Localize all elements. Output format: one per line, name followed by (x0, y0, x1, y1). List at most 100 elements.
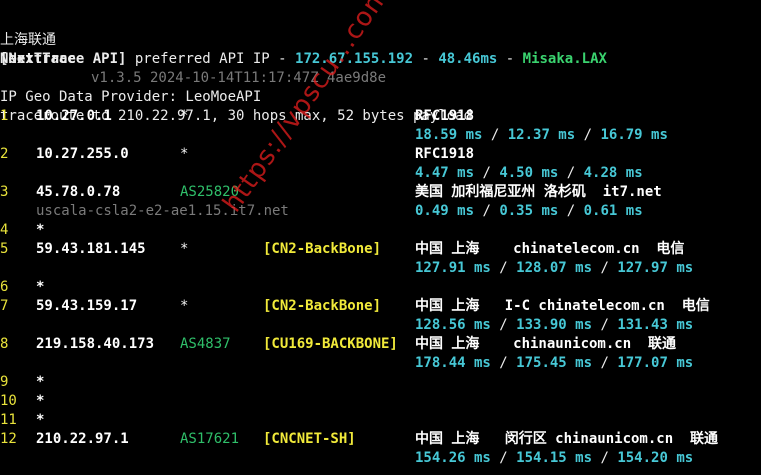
rtt-separator: / (490, 355, 517, 371)
rtt-value: 127.97 ms (617, 260, 694, 276)
rtt-separator: / (490, 317, 517, 333)
rtt-value: 154.15 ms (516, 450, 593, 466)
api-separator: - (497, 51, 523, 67)
hop-row: 8 219.158.40.173 AS4837 [CU169-BACKBONE] 中国 … (0, 335, 761, 354)
hop-tag: [CU169-BACKBONE] (263, 336, 398, 352)
hop-row: 9 * (0, 373, 761, 392)
rtt-value: 178.44 ms (415, 355, 491, 371)
hop-ip: 45.78.0.78 (36, 184, 121, 200)
rtt-separator: / (592, 260, 618, 276)
rtt-separator: / (482, 127, 508, 143)
hop-ip: * (36, 279, 45, 295)
hop-tag: [CN2-BackBone] (263, 241, 382, 257)
hop-geo: 美国 加利福尼亚州 洛杉矶 it7.net (415, 184, 662, 200)
hop-number: 10 (0, 393, 17, 409)
hop-latency: 128.56 ms / 133.90 ms / 131.43 ms (415, 316, 693, 335)
hop-number: 8 (0, 336, 9, 352)
api-separator: - (413, 51, 439, 67)
hop-ip: 59.43.159.17 (36, 298, 138, 314)
rtt-separator: / (558, 165, 584, 181)
hop-ip: 219.158.40.173 (36, 336, 155, 352)
title-line: 上海联通 (0, 12, 56, 48)
geo-provider-line: IP Geo Data Provider: LeoMoeAPI (0, 69, 261, 105)
hop-latency: 0.49 ms / 0.35 ms / 0.61 ms (415, 202, 643, 221)
rtt-value: 127.91 ms (415, 260, 491, 276)
hop-geo: 中国 上海 chinaunicom.cn 联通 (415, 336, 677, 352)
hop-number: 9 (0, 374, 9, 390)
hop-asn: AS4837 (180, 336, 231, 352)
rtt-separator: / (490, 450, 517, 466)
hop-number: 12 (0, 431, 17, 447)
rtt-value: 131.43 ms (617, 317, 694, 333)
hop-number: 7 (0, 298, 9, 314)
rtt-value: 0.35 ms (499, 203, 559, 219)
dash-divider: ----------------------------------------… (0, 0, 628, 9)
rtt-value: 4.47 ms (415, 165, 475, 181)
rtt-value: 128.56 ms (415, 317, 491, 333)
rtt-separator: / (558, 203, 584, 219)
rtt-value: 175.45 ms (516, 355, 593, 371)
hop-ip: * (36, 222, 45, 238)
terminal-window: ----------------------------------------… (0, 0, 761, 475)
hop-geo: RFC1918 (415, 146, 475, 162)
hop-number: 3 (0, 184, 9, 200)
rtt-separator: / (592, 450, 618, 466)
hop-latency: 178.44 ms / 175.45 ms / 177.07 ms (415, 354, 693, 373)
api-text: preferred API IP - (126, 51, 296, 67)
rtt-separator: / (474, 203, 500, 219)
rtt-value: 16.79 ms (600, 127, 668, 143)
hop-geo: 中国 上海 I-C chinatelecom.cn 电信 (415, 298, 710, 314)
hop-row: 6 * (0, 278, 761, 297)
rtt-separator: / (490, 260, 517, 276)
rtt-value: 133.90 ms (516, 317, 593, 333)
traceroute-line: traceroute to 210.22.97.1, 30 hops max, … (0, 88, 472, 124)
hop-asn: * (180, 146, 189, 162)
hop-ip: 59.43.181.145 (36, 241, 146, 257)
rtt-separator: / (592, 355, 618, 371)
rtt-value: 18.59 ms (415, 127, 483, 143)
rtt-value: 154.20 ms (617, 450, 694, 466)
hop-latency: 154.26 ms / 154.15 ms / 154.20 ms (415, 449, 693, 468)
hop-ip: * (36, 393, 45, 409)
rtt-separator: / (592, 317, 618, 333)
hop-ip: 10.27.255.0 (36, 146, 129, 162)
hop-geo: 中国 上海 闵行区 chinaunicom.cn 联通 (415, 431, 719, 447)
hop-latency: 18.59 ms / 12.37 ms / 16.79 ms (415, 126, 668, 145)
hop-row: 11 * (0, 411, 761, 430)
rtt-value: 177.07 ms (617, 355, 694, 371)
rtt-value: 4.28 ms (583, 165, 643, 181)
hop-ip: 10.27.0.1 (36, 108, 112, 124)
hop-row: 4 * (0, 221, 761, 240)
hop-number: 2 (0, 146, 9, 162)
hop-row: 10 * (0, 392, 761, 411)
hop-ip: * (36, 374, 45, 390)
rtt-value: 12.37 ms (507, 127, 576, 143)
hop-tag: [CN2-BackBone] (263, 298, 382, 314)
api-latency: 48.46ms (438, 51, 498, 67)
rtt-value: 0.49 ms (415, 203, 475, 219)
hop-number: 5 (0, 241, 9, 257)
rtt-value: 4.50 ms (499, 165, 559, 181)
hop-asn: AS17621 (180, 431, 240, 447)
hop-asn: * (180, 298, 189, 314)
api-prefix: [NextTrace API] (0, 51, 127, 67)
hop-asn: * (180, 241, 189, 257)
hop-latency: 127.91 ms / 128.07 ms / 127.97 ms (415, 259, 693, 278)
hop-row: 1 10.27.0.1 * RFC1918 (0, 107, 761, 126)
api-node: Misaka.LAX (522, 51, 607, 67)
hop-row: 7 59.43.159.17 * [CN2-BackBone] 中国 上海 I-C ch… (0, 297, 761, 316)
hop-asn: * (180, 108, 189, 124)
hop-number: 1 (0, 108, 9, 124)
hop-ip: * (36, 412, 45, 428)
hop-geo: RFC1918 (415, 108, 475, 124)
hop-row: 2 10.27.255.0 * RFC1918 (0, 145, 761, 164)
hop-number: 4 (0, 222, 9, 238)
hop-ip: 210.22.97.1 (36, 431, 129, 447)
rtt-separator: / (474, 165, 500, 181)
hop-geo: 中国 上海 chinatelecom.cn 电信 (415, 241, 685, 257)
rtt-value: 0.61 ms (583, 203, 643, 219)
rtt-separator: / (575, 127, 601, 143)
api-info: [NextTrace API] preferred API IP - 172.6… (0, 50, 607, 69)
rtt-value: 128.07 ms (516, 260, 593, 276)
hop-row: 3 45.78.0.78 AS25820 美国 加利福尼亚州 洛杉矶 it7.net (0, 183, 761, 202)
